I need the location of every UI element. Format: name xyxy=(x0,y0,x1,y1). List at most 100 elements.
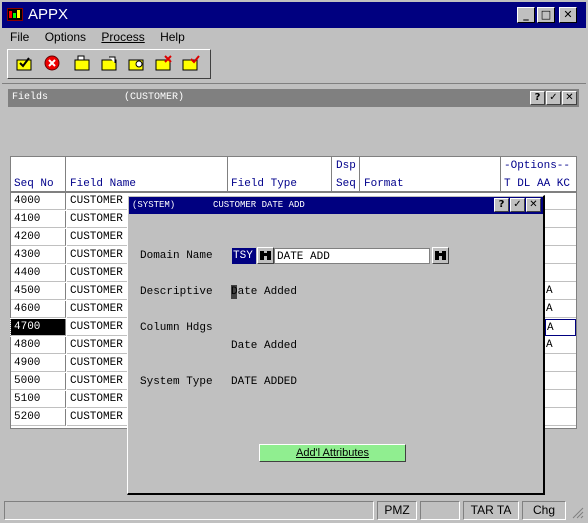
folder-search-icon[interactable] xyxy=(128,55,146,71)
header-divider xyxy=(65,157,66,192)
table-row-options[interactable] xyxy=(545,409,576,426)
table-row-seq[interactable]: 4700 xyxy=(10,318,67,337)
table-row-options[interactable] xyxy=(545,211,576,228)
table-row-seq[interactable]: 4500 xyxy=(11,283,66,300)
header-divider xyxy=(500,157,501,192)
table-row-options[interactable] xyxy=(545,193,576,210)
table-row-options[interactable] xyxy=(545,391,576,408)
stop-icon[interactable] xyxy=(43,55,61,71)
table-row-seq[interactable]: 4000 xyxy=(11,193,66,210)
app-titlebar xyxy=(2,2,586,28)
table-row-name[interactable]: CUSTOMER xyxy=(67,283,129,300)
table-row-name[interactable]: CUSTOMER xyxy=(67,337,129,354)
table-row-seq[interactable]: 5100 xyxy=(11,391,66,408)
table-row-options[interactable]: A xyxy=(545,319,576,336)
app-title: APPX xyxy=(28,6,69,23)
menu-file[interactable]: File xyxy=(10,30,29,44)
menu-bar: File Options Process Help xyxy=(10,30,197,46)
resize-grip-icon[interactable] xyxy=(570,505,584,519)
status-pane-empty xyxy=(420,501,460,520)
addl-attributes-button[interactable]: Add'l Attributes xyxy=(259,444,406,462)
table-row-options[interactable] xyxy=(545,247,576,264)
status-pane-tarta: TAR TA xyxy=(463,501,519,520)
domain-name-field[interactable]: DATE ADD xyxy=(274,248,430,264)
table-row-seq[interactable]: 4400 xyxy=(11,265,66,282)
header-divider xyxy=(331,157,332,192)
table-row-seq[interactable]: 4300 xyxy=(11,247,66,264)
table-row-seq[interactable]: 4200 xyxy=(11,229,66,246)
table-row-name[interactable]: CUSTOMER xyxy=(67,409,129,426)
fields-ok-button[interactable]: ✓ xyxy=(546,91,561,105)
fields-close-button[interactable]: ✕ xyxy=(562,91,577,105)
table-row-options[interactable]: A xyxy=(545,301,576,318)
table-row-options[interactable] xyxy=(545,373,576,390)
app-logo-icon xyxy=(7,8,23,21)
header-divider xyxy=(227,157,228,192)
table-row-name[interactable]: CUSTOMER xyxy=(67,229,129,246)
column-hdg-value[interactable]: Date Added xyxy=(231,340,297,352)
status-pane-main xyxy=(4,501,374,520)
folder-edit-icon[interactable] xyxy=(101,55,119,71)
system-type-label: System Type xyxy=(140,376,213,388)
fields-help-button[interactable]: ? xyxy=(530,91,545,105)
table-row-name[interactable]: CUSTOMER xyxy=(67,193,129,210)
status-pane-chg: Chg xyxy=(522,501,566,520)
table-row-seq[interactable]: 4900 xyxy=(11,355,66,372)
table-row-options[interactable] xyxy=(545,229,576,246)
menu-process[interactable]: Process xyxy=(101,30,144,44)
table-row-options[interactable]: A xyxy=(545,337,576,354)
header-options: -Options-- xyxy=(504,160,571,172)
descriptive-value[interactable]: Date Added xyxy=(231,286,297,298)
status-pane-pmz: PMZ xyxy=(377,501,417,520)
binoculars-icon xyxy=(435,251,446,260)
menu-options[interactable]: Options xyxy=(45,30,86,44)
dialog-title: CUSTOMER DATE ADD xyxy=(213,200,305,210)
header-field-name: Field Name xyxy=(70,178,137,190)
table-row-seq[interactable]: 4600 xyxy=(11,301,66,318)
table-row-options[interactable] xyxy=(545,355,576,372)
fields-subtitle: (CUSTOMER) xyxy=(124,92,185,103)
close-button[interactable]: ✕ xyxy=(559,7,577,23)
table-row-name[interactable]: CUSTOMER xyxy=(67,373,129,390)
domain-app-field[interactable]: TSY xyxy=(232,248,256,264)
minimize-button[interactable]: _ xyxy=(517,7,535,23)
fields-titlebar xyxy=(8,89,579,107)
domain-app-lookup-button[interactable] xyxy=(257,247,274,264)
column-hdgs-label: Column Hdgs xyxy=(140,322,213,334)
open-folder-icon[interactable] xyxy=(74,55,92,71)
table-row-name[interactable]: CUSTOMER xyxy=(67,247,129,264)
header-seq-no: Seq No xyxy=(14,178,54,190)
table-row-name[interactable]: CUSTOMER xyxy=(67,265,129,282)
domain-name-lookup-button[interactable] xyxy=(432,247,449,264)
header-divider xyxy=(359,157,360,192)
table-row-seq[interactable]: 5000 xyxy=(11,373,66,390)
table-row-seq[interactable]: 4100 xyxy=(11,211,66,228)
header-dsp: Dsp xyxy=(336,160,356,172)
folder-delete-icon[interactable] xyxy=(155,55,173,71)
maximize-button[interactable]: □ xyxy=(537,7,555,23)
header-field-type: Field Type xyxy=(231,178,298,190)
table-row-name[interactable]: CUSTOMER xyxy=(67,319,129,336)
table-row-seq[interactable]: 4800 xyxy=(11,337,66,354)
fields-title: Fields xyxy=(12,92,49,103)
dialog-ok-button[interactable]: ✓ xyxy=(510,198,525,212)
menu-help[interactable]: Help xyxy=(160,30,185,44)
header-options-cols: T DL AA KC xyxy=(504,178,571,190)
folder-check-icon[interactable] xyxy=(182,55,200,71)
table-row-name[interactable]: CUSTOMER xyxy=(67,391,129,408)
descriptive-label: Descriptive xyxy=(140,286,213,298)
table-row-name[interactable]: CUSTOMER xyxy=(67,211,129,228)
table-row-options[interactable]: A xyxy=(545,283,576,300)
table-row-name[interactable]: CUSTOMER xyxy=(67,355,129,372)
table-row-options[interactable] xyxy=(545,265,576,282)
dialog-system: (SYSTEM) xyxy=(132,200,176,210)
check-folder-icon[interactable] xyxy=(16,55,34,71)
dialog-help-button[interactable]: ? xyxy=(494,198,509,212)
system-type-value: DATE ADDED xyxy=(231,376,298,388)
header-seq: Seq xyxy=(336,178,356,190)
binoculars-icon xyxy=(260,251,271,260)
table-row-seq[interactable]: 5200 xyxy=(11,409,66,426)
table-row-name[interactable]: CUSTOMER xyxy=(67,301,129,318)
dialog-close-button[interactable]: ✕ xyxy=(526,198,541,212)
domain-name-label: Domain Name xyxy=(140,250,213,262)
